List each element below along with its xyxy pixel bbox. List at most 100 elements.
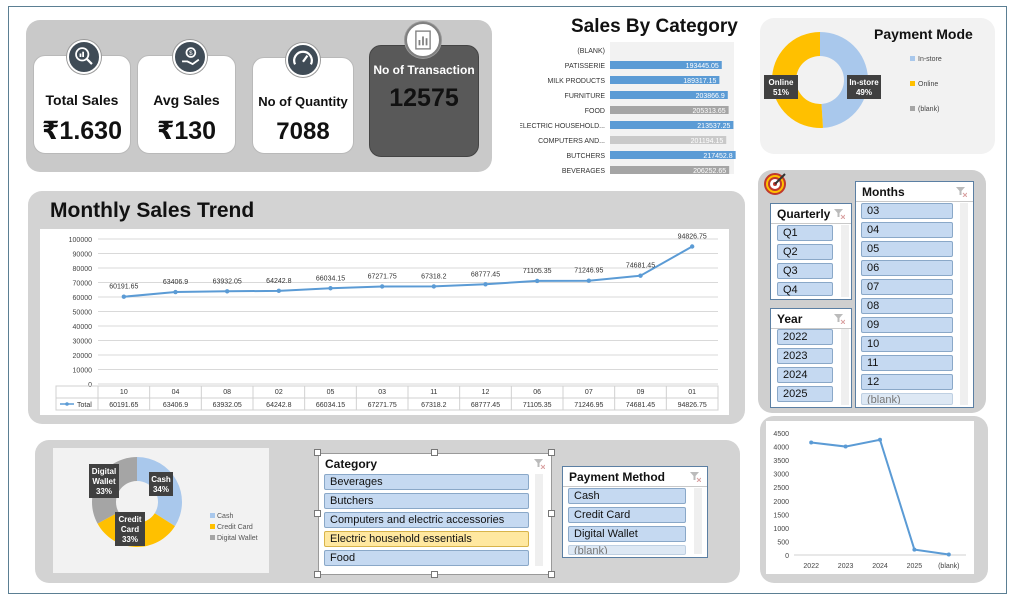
resize-handle[interactable] bbox=[548, 510, 555, 517]
resize-handle[interactable] bbox=[431, 571, 438, 578]
year-item[interactable]: 2022 bbox=[777, 329, 833, 345]
quarterly-item[interactable]: Q1 bbox=[777, 225, 833, 241]
x-tick-label: 10 bbox=[120, 389, 128, 396]
payment-method-item[interactable]: Cash bbox=[568, 488, 686, 504]
payment-method-item[interactable]: Digital Wallet bbox=[568, 526, 686, 542]
year-scrollbar[interactable] bbox=[841, 329, 849, 405]
avg-sales-value: ₹130 bbox=[156, 117, 217, 145]
payment-method-scrollbar[interactable] bbox=[694, 488, 702, 554]
data-label: 68777.45 bbox=[471, 271, 500, 278]
data-point bbox=[912, 547, 917, 552]
quarterly-item[interactable]: Q2 bbox=[777, 244, 833, 260]
x-tick-label: 04 bbox=[172, 389, 180, 396]
payment-mode-data-label: 51% bbox=[773, 88, 789, 97]
filter-clear-icon[interactable] bbox=[534, 458, 545, 469]
year-item[interactable]: 2025 bbox=[777, 386, 833, 402]
category-scrollbar[interactable] bbox=[535, 474, 543, 566]
months-item[interactable]: 07 bbox=[861, 279, 953, 295]
category-bar-chart: (BLANK) PATISSERIE 193445.05 MILK PRODUCTS 1… bbox=[520, 48, 736, 175]
y-tick-label: 30000 bbox=[73, 339, 93, 346]
category-item[interactable]: Beverages bbox=[324, 474, 529, 490]
category-item[interactable]: Butchers bbox=[324, 493, 529, 509]
y-tick-label: 100000 bbox=[69, 237, 92, 244]
legend-entry: Credit Card bbox=[217, 524, 253, 531]
category-item[interactable]: Food bbox=[324, 550, 529, 566]
category-data-label: 201194.15 bbox=[691, 138, 724, 145]
transactions-card[interactable]: No of Transaction 12575 bbox=[369, 45, 479, 157]
data-point bbox=[809, 440, 814, 445]
quarterly-item[interactable]: Q3 bbox=[777, 263, 833, 279]
payment-method-item[interactable]: Credit Card bbox=[568, 507, 686, 523]
y-tick-label: 80000 bbox=[73, 266, 93, 273]
months-item[interactable]: 06 bbox=[861, 260, 953, 276]
payment-method-data-label: Cash bbox=[151, 475, 171, 484]
payment-mode-donut: In-store49%Online51%In-storeOnline(blank… bbox=[764, 32, 942, 129]
y-tick-label: 60000 bbox=[73, 295, 93, 302]
hand-money-icon: $ bbox=[173, 40, 207, 74]
resize-handle[interactable] bbox=[314, 571, 321, 578]
data-table-cell: 94826.75 bbox=[678, 402, 707, 409]
months-item[interactable]: 10 bbox=[861, 336, 953, 352]
data-point bbox=[173, 289, 178, 295]
months-item[interactable]: 05 bbox=[861, 241, 953, 257]
x-tick-label: (blank) bbox=[938, 563, 959, 570]
legend-marker bbox=[910, 56, 915, 61]
quarterly-item[interactable]: Q4 bbox=[777, 282, 833, 296]
avg-sales-label: Avg Sales bbox=[153, 92, 220, 108]
year-item[interactable]: 2024 bbox=[777, 367, 833, 383]
resize-handle[interactable] bbox=[548, 449, 555, 456]
data-table-cell: 74681.45 bbox=[626, 402, 655, 409]
payment-method-item[interactable]: (blank) bbox=[568, 545, 686, 555]
y-tick-label: 500 bbox=[777, 539, 789, 546]
months-item[interactable]: 11 bbox=[861, 355, 953, 371]
total-sales-value: ₹1.630 bbox=[42, 117, 122, 145]
resize-handle[interactable] bbox=[314, 510, 321, 517]
legend-entry: Online bbox=[918, 81, 938, 88]
resize-handle[interactable] bbox=[431, 449, 438, 456]
months-item[interactable]: 03 bbox=[861, 203, 953, 219]
year-item[interactable]: 2023 bbox=[777, 348, 833, 364]
category-data-label: 213537.25 bbox=[697, 123, 730, 130]
magnifier-chart-icon bbox=[67, 40, 101, 74]
quantity-value: 7088 bbox=[276, 118, 330, 145]
resize-handle[interactable] bbox=[548, 571, 555, 578]
x-tick-label: 05 bbox=[327, 389, 335, 396]
data-label: 67318.2 bbox=[421, 273, 446, 280]
legend-marker bbox=[910, 106, 915, 111]
payment-method-data-label: 33% bbox=[96, 487, 112, 496]
speedometer-icon bbox=[286, 43, 320, 77]
filter-clear-icon[interactable] bbox=[834, 208, 845, 219]
x-tick-label: 2025 bbox=[907, 563, 923, 570]
category-item-selected[interactable]: Electric household essentials bbox=[324, 531, 529, 547]
months-item[interactable]: 12 bbox=[861, 374, 953, 390]
data-label: 71246.95 bbox=[574, 268, 603, 275]
category-tick-label: BEVERAGES bbox=[562, 168, 606, 175]
category-slicer-title: Category bbox=[325, 457, 378, 471]
months-item[interactable]: 08 bbox=[861, 298, 953, 314]
x-tick-label: 02 bbox=[275, 389, 283, 396]
filter-clear-icon[interactable] bbox=[956, 186, 967, 197]
payment-method-data-label: 33% bbox=[122, 535, 138, 544]
data-point bbox=[689, 244, 695, 249]
category-tick-label: ELECTRIC HOUSEHOLD... bbox=[520, 123, 605, 130]
months-item[interactable]: 04 bbox=[861, 222, 953, 238]
months-scrollbar[interactable] bbox=[960, 203, 968, 405]
x-tick-label: 07 bbox=[585, 389, 593, 396]
transactions-value: 12575 bbox=[389, 84, 459, 112]
filter-clear-icon[interactable] bbox=[834, 313, 845, 324]
payment-mode-data-label: In-store bbox=[849, 78, 879, 87]
months-item[interactable]: (blank) bbox=[861, 393, 953, 405]
legend-marker bbox=[65, 402, 69, 406]
resize-handle[interactable] bbox=[314, 449, 321, 456]
data-label: 66034.15 bbox=[316, 275, 345, 282]
y-tick-label: 3000 bbox=[773, 472, 789, 479]
category-item[interactable]: Computers and electric accessories bbox=[324, 512, 529, 528]
data-label: 63932.05 bbox=[213, 278, 242, 285]
filter-clear-icon[interactable] bbox=[690, 471, 701, 482]
data-table-cell: 71246.95 bbox=[574, 402, 603, 409]
quarterly-scrollbar[interactable] bbox=[841, 225, 849, 297]
months-item[interactable]: 09 bbox=[861, 317, 953, 333]
y-tick-label: 3500 bbox=[773, 458, 789, 465]
category-slicer: Category Beverages Butchers Computers an… bbox=[318, 453, 552, 575]
payment-method-slicer-title: Payment Method bbox=[569, 470, 666, 484]
